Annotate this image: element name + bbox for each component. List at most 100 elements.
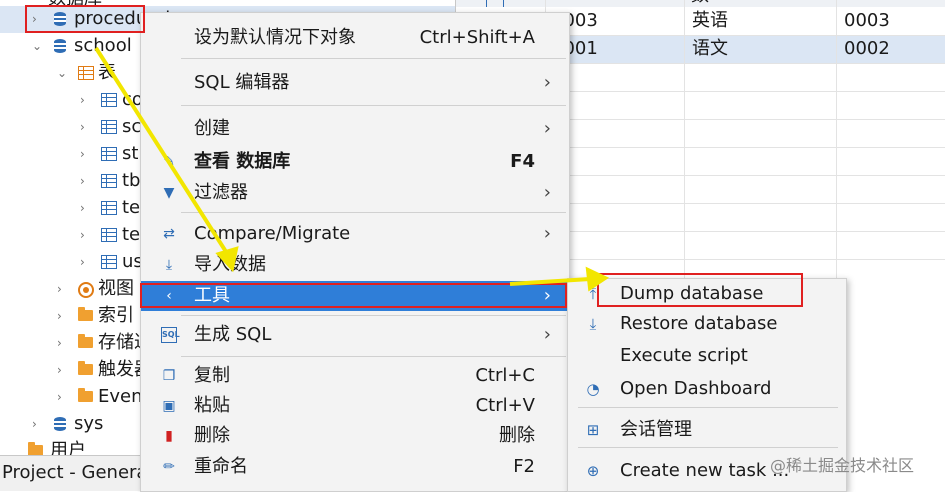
- tree-item-label: school: [74, 35, 132, 56]
- menu-item-label: 复制: [194, 365, 230, 386]
- table-icon: [101, 254, 117, 270]
- sessions-icon: ⊞: [586, 421, 600, 439]
- chevron-right-icon[interactable]: ›: [32, 417, 42, 431]
- download-icon: ⤓: [589, 315, 597, 333]
- import-icon: ⤓: [165, 257, 173, 273]
- database-icon: [52, 416, 68, 432]
- menu-separator: [181, 212, 566, 213]
- rename-icon: ✏: [163, 459, 175, 475]
- table-icon: [101, 227, 117, 243]
- menu-item-compare-migrate[interactable]: ⇄ Compare/Migrate ›: [141, 219, 569, 249]
- chevron-right-icon: ›: [543, 223, 551, 244]
- submenu-item-execute-script[interactable]: Execute script: [568, 341, 846, 371]
- submenu-item-label: Dump database: [620, 283, 764, 304]
- table-icon: [101, 200, 117, 216]
- chevron-right-icon[interactable]: ›: [57, 363, 67, 377]
- chevron-right-icon[interactable]: ›: [57, 336, 67, 350]
- database-icon: [52, 38, 68, 54]
- compare-icon: ⇄: [163, 226, 175, 242]
- menu-separator: [181, 356, 566, 357]
- submenu-item-label: Restore database: [620, 313, 778, 334]
- chevron-right-icon[interactable]: ›: [80, 201, 90, 215]
- submenu-item-label: Open Dashboard: [620, 378, 772, 399]
- menu-separator: [181, 58, 566, 59]
- menu-item-tools[interactable]: ‹ 工具 ›: [141, 281, 569, 311]
- sql-icon: SQL: [161, 327, 180, 343]
- cell[interactable]: 英语: [692, 7, 728, 35]
- tables-icon: [78, 65, 94, 81]
- cell[interactable]: 0002: [844, 35, 890, 63]
- menu-item-delete[interactable]: ▮ 删除 删除: [141, 421, 569, 451]
- chevron-right-icon[interactable]: ›: [80, 228, 90, 242]
- menu-item-create[interactable]: 创建 ›: [141, 114, 569, 144]
- menu-item-shortcut: F2: [513, 456, 535, 477]
- menu-item-label: 设为默认情况下对象: [194, 27, 356, 48]
- folder-icon: [78, 361, 94, 378]
- menu-item-label: Compare/Migrate: [194, 223, 351, 244]
- tree-item-label: 视图: [98, 278, 134, 299]
- filter-icon: ▼: [163, 185, 175, 201]
- menu-item-shortcut: Ctrl+Shift+A: [419, 27, 535, 48]
- delete-icon: ▮: [165, 428, 173, 444]
- menu-item-sql-editor[interactable]: SQL 编辑器 ›: [141, 68, 569, 98]
- tree-item-label: tb: [122, 170, 141, 191]
- tree-item-label: st: [122, 143, 139, 164]
- menu-item-label: SQL 编辑器: [194, 72, 290, 93]
- tree-item-label: 表: [98, 62, 116, 83]
- table-icon: [101, 173, 117, 189]
- chevron-right-icon: ›: [543, 118, 551, 139]
- menu-item-label: 过滤器: [194, 182, 248, 203]
- submenu-item-restore-database[interactable]: ⤓ Restore database: [568, 309, 846, 339]
- chevron-right-icon[interactable]: ›: [32, 12, 42, 26]
- menu-item-shortcut: Ctrl+C: [475, 365, 535, 386]
- chevron-right-icon[interactable]: ›: [80, 93, 90, 107]
- submenu-item-dump-database[interactable]: ⤒ Dump database: [568, 279, 846, 309]
- chevron-right-icon[interactable]: ›: [57, 390, 67, 404]
- chevron-right-icon[interactable]: ›: [80, 120, 90, 134]
- paste-icon: ▣: [162, 398, 176, 414]
- menu-item-label: 删除: [194, 425, 230, 446]
- chevron-right-icon: ›: [543, 182, 551, 203]
- menu-item-label: 导入数据: [194, 254, 266, 275]
- chevron-right-icon: ›: [543, 72, 551, 93]
- table-icon: [101, 92, 117, 108]
- chevron-right-icon[interactable]: ›: [57, 309, 67, 323]
- chevron-right-icon[interactable]: ›: [57, 282, 67, 296]
- tree-item-label: 索引: [98, 305, 134, 326]
- chevron-down-icon[interactable]: ⌄: [57, 66, 67, 80]
- menu-item-generate-sql[interactable]: SQL 生成 SQL ›: [141, 320, 569, 350]
- menu-item-rename[interactable]: ✏ 重命名 F2: [141, 452, 569, 482]
- chevron-right-icon[interactable]: ›: [80, 255, 90, 269]
- menu-item-import-data[interactable]: ⤓ 导入数据: [141, 250, 569, 280]
- menu-item-paste[interactable]: ▣ 粘贴 Ctrl+V: [141, 391, 569, 421]
- menu-item-label: 查看 数据库: [194, 151, 291, 172]
- submenu-item-open-dashboard[interactable]: ◔ Open Dashboard: [568, 374, 846, 404]
- cell[interactable]: 语文: [692, 35, 728, 63]
- tools-icon: ‹: [166, 288, 172, 304]
- menu-separator: [578, 407, 838, 408]
- menu-item-set-default[interactable]: 设为默认情况下对象 Ctrl+Shift+A: [141, 23, 569, 53]
- tab-project-general[interactable]: Project - Genera: [2, 462, 147, 483]
- table-icon: [101, 146, 117, 162]
- menu-item-label: 工具: [194, 285, 230, 306]
- folder-icon: [78, 307, 94, 324]
- chevron-right-icon: ›: [543, 285, 551, 306]
- tree-item-label: te: [122, 197, 141, 218]
- tree-item-label: sys: [74, 413, 104, 434]
- chevron-right-icon[interactable]: ›: [80, 174, 90, 188]
- submenu-item-label: Execute script: [620, 345, 748, 366]
- submenu-item-session-manager[interactable]: ⊞ 会话管理: [568, 415, 846, 445]
- database-icon: [52, 11, 68, 27]
- menu-item-copy[interactable]: ❐ 复制 Ctrl+C: [141, 361, 569, 391]
- chevron-right-icon[interactable]: ›: [80, 147, 90, 161]
- cell[interactable]: 0003: [844, 7, 890, 35]
- menu-item-view-database[interactable]: ✎ 查看 数据库 F4: [141, 147, 569, 177]
- chevron-down-icon[interactable]: ⌄: [32, 39, 42, 53]
- tree-item-label: te: [122, 224, 141, 245]
- menu-item-shortcut: 删除: [499, 425, 535, 446]
- folder-icon: [78, 388, 94, 405]
- menu-separator: [181, 105, 566, 106]
- menu-item-label: 粘贴: [194, 395, 230, 416]
- menu-item-filter[interactable]: ▼ 过滤器 ›: [141, 178, 569, 208]
- folder-icon: [78, 334, 94, 351]
